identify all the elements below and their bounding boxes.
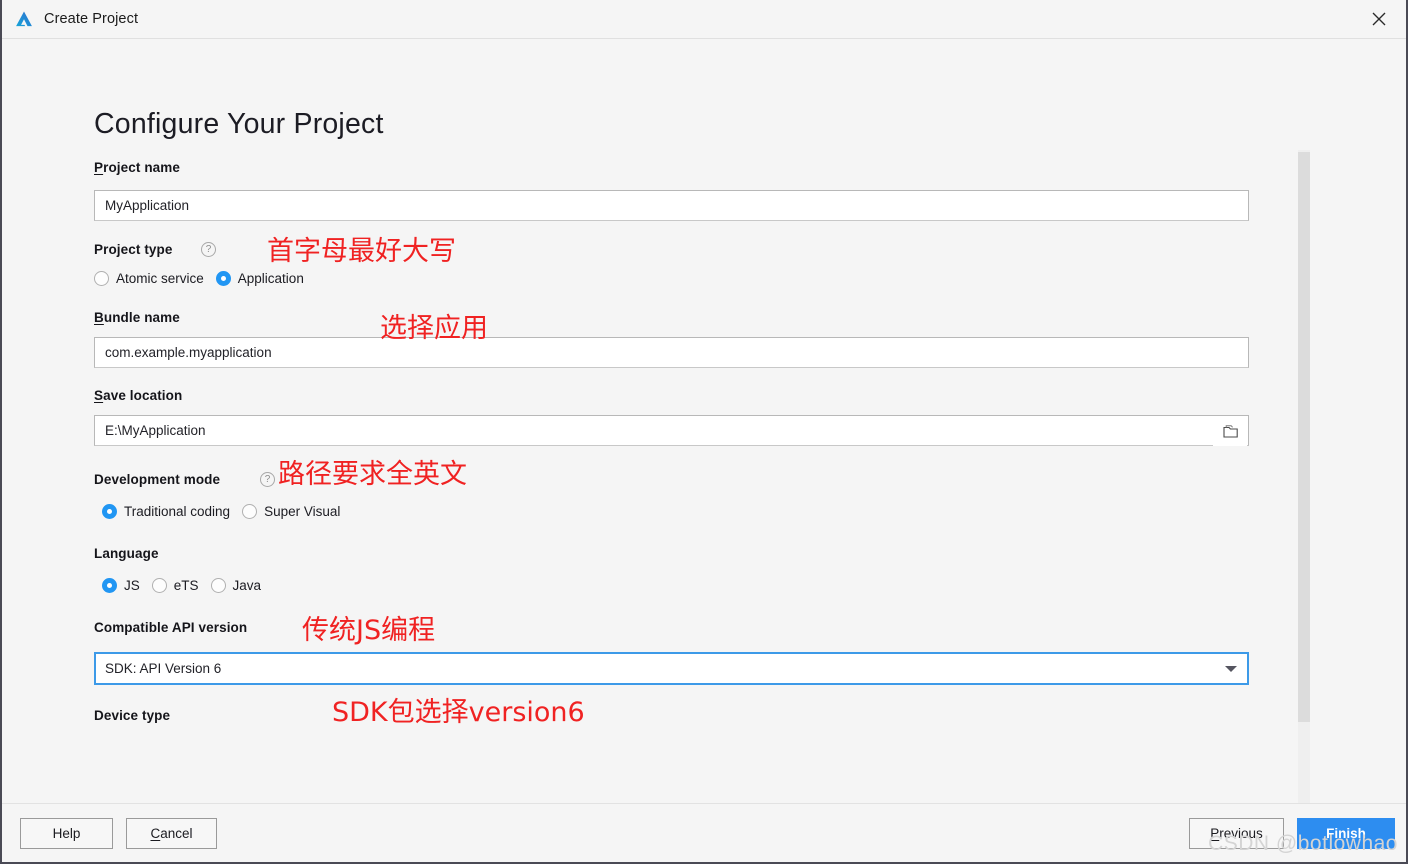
radio-label: Super Visual [264, 504, 341, 519]
radio-mark [242, 504, 258, 519]
save-location-label: Save location [94, 388, 182, 403]
previous-button[interactable]: Previous [1189, 818, 1284, 849]
compatible-api-version-select[interactable]: SDK: API Version 6 [94, 652, 1249, 685]
dialog-footer: Help Cancel Previous Finish CSDN @botlow… [2, 803, 1406, 862]
close-icon[interactable] [1366, 6, 1392, 32]
radio-label: JS [124, 578, 140, 593]
save-location-value: E:\MyApplication [105, 423, 206, 438]
radio-label: Traditional coding [124, 504, 231, 519]
bundle-name-label-mnemonic: B [94, 310, 104, 325]
radio-mark [210, 578, 226, 593]
project-name-value: MyApplication [105, 198, 190, 213]
title-bar: Create Project [2, 0, 1406, 39]
radio-traditional-coding[interactable]: Traditional coding [102, 504, 230, 519]
radio-mark [102, 504, 117, 519]
cancel-button[interactable]: Cancel [126, 818, 217, 849]
compatible-api-version-value: SDK: API Version 6 [105, 661, 222, 676]
project-type-radio-group: Atomic service Application [94, 271, 316, 286]
annotation-2: 路径要求全英文 [278, 459, 467, 490]
radio-mark [102, 578, 117, 593]
folder-icon[interactable] [1213, 417, 1247, 446]
radio-label: Java [232, 578, 262, 593]
project-type-help-icon[interactable]: ? [201, 242, 216, 257]
development-mode-label: Development mode [94, 472, 221, 487]
finish-button-label: Finish [1326, 826, 1366, 841]
radio-super-visual[interactable]: Super Visual [242, 504, 340, 519]
development-mode-radio-group: Traditional coding Super Visual [102, 504, 352, 519]
save-location-input[interactable]: E:\MyApplication [94, 415, 1249, 446]
radio-java[interactable]: Java [210, 578, 262, 593]
radio-atomic-service[interactable]: Atomic service [94, 271, 204, 286]
finish-button[interactable]: Finish [1297, 818, 1395, 849]
page-title: Configure Your Project [94, 108, 384, 141]
device-type-label: Device type [94, 708, 171, 723]
annotation-3: 传统JS编程 [302, 615, 436, 646]
project-name-label: Project name [94, 160, 180, 175]
bundle-name-label: Bundle name [94, 310, 180, 325]
bundle-name-label-rest: undle name [103, 310, 180, 325]
compatible-api-version-label: Compatible API version [94, 620, 248, 635]
window-title: Create Project [44, 11, 139, 27]
bundle-name-input[interactable]: com.example.myapplication [94, 337, 1249, 368]
dialog-content: Configure Your Project Project name MyAp… [2, 39, 1406, 803]
app-logo-icon [16, 11, 32, 27]
content-scrollbar-thumb[interactable] [1298, 152, 1310, 722]
language-label: Language [94, 546, 159, 561]
radio-label: Application [237, 271, 304, 286]
bundle-name-value: com.example.myapplication [105, 345, 272, 360]
help-button-label: Help [52, 826, 81, 841]
project-type-label: Project type [94, 242, 173, 257]
radio-mark [151, 578, 167, 593]
help-button[interactable]: Help [20, 818, 113, 849]
project-name-label-rest: roject name [103, 160, 180, 175]
radio-label: Atomic service [116, 271, 204, 286]
project-name-input[interactable]: MyApplication [94, 190, 1249, 221]
previous-button-mnemonic: P [1210, 826, 1220, 841]
annotation-4: SDK包选择version6 [332, 697, 585, 728]
radio-ets[interactable]: eTS [151, 578, 199, 593]
annotation-0: 首字母最好大写 [267, 236, 456, 267]
previous-button-label: revious [1219, 826, 1263, 841]
development-mode-help-icon[interactable]: ? [260, 472, 275, 487]
save-location-label-mnemonic: S [94, 388, 104, 403]
radio-application[interactable]: Application [215, 271, 304, 286]
radio-mark [215, 271, 231, 286]
project-name-label-mnemonic: P [94, 160, 104, 175]
cancel-button-mnemonic: C [150, 826, 161, 841]
radio-js[interactable]: JS [102, 578, 140, 593]
radio-mark [94, 271, 109, 286]
radio-label: eTS [173, 578, 199, 593]
create-project-dialog: Create Project Configure Your Project Pr… [0, 0, 1408, 864]
language-radio-group: JS eTS Java [102, 578, 273, 593]
cancel-button-label: ancel [160, 826, 193, 841]
chevron-down-icon [1225, 665, 1237, 672]
save-location-label-rest: ave location [103, 388, 183, 403]
